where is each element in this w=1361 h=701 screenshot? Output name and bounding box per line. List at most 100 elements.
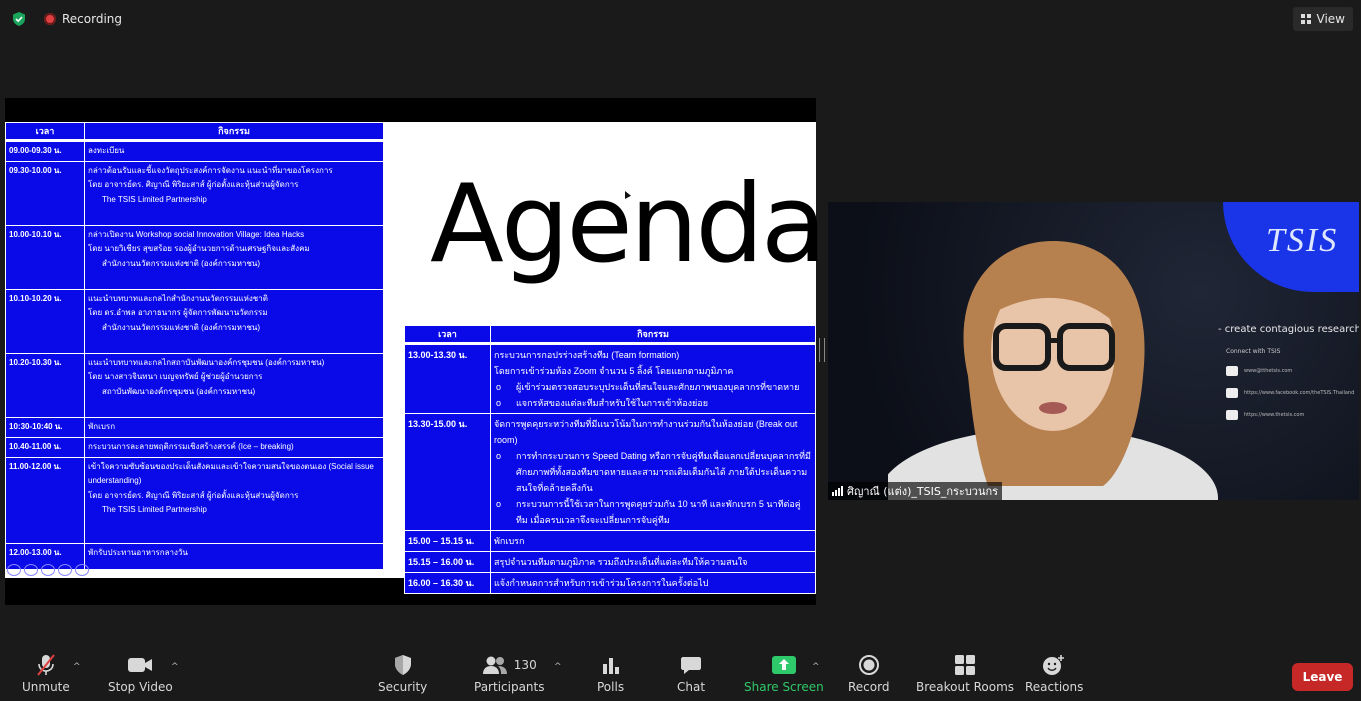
reactions-emoji-icon (1043, 655, 1065, 675)
reactions-button[interactable]: Reactions (1025, 650, 1083, 694)
activity-cell: กล่าวเปิดงาน Workshop social Innovation … (84, 224, 384, 290)
activity-line: กล่าวเปิดงาน Workshop social Innovation … (88, 229, 305, 239)
activity-line: จัดการพูดคุยระหว่างทีมที่มีแนวโน้มในการท… (494, 419, 798, 445)
activity-cell: แนะนำบทบาทและกลไกสำนักงานนวัตกรรมแห่งชาต… (84, 288, 384, 354)
morning-agenda-table: เวลา กิจกรรม 09.00-09.30 น. ลงทะเบียน 09.3… (5, 122, 384, 570)
table-row: 15.00 – 15.15 น. พักเบรก (404, 530, 816, 552)
activity-line: สรุปจำนวนทีมตามภูมิภาค รวมถึงประเด็นที่แ… (494, 557, 748, 567)
highlighter-icon[interactable] (24, 564, 38, 576)
zoom-in-icon[interactable] (41, 564, 55, 576)
signal-strength-icon (832, 486, 843, 496)
record-button[interactable]: Record (848, 650, 889, 694)
participant-name: ศิญาณี (แต่ง)_TSIS_กระบวนกร (847, 485, 999, 498)
stop-video-button[interactable]: Stop Video (108, 650, 173, 694)
activity-cell: พักเบรก (84, 416, 384, 438)
table-header-activity: กิจกรรม (490, 325, 816, 345)
activity-line: โดย ดร.อำพล อาภาธนากร ผู้จัดการพัฒนานวัต… (88, 308, 268, 317)
background-connect-label: Connect with TSIS (1226, 348, 1281, 355)
activity-line: กระบวนการกอปรร่างสร้างทีม (Team formatio… (494, 350, 680, 360)
slide-title: Agenda (430, 162, 827, 287)
participants-options-chevron-up-icon[interactable]: ^ (554, 662, 562, 672)
participant-name-tag: ศิญาณี (แต่ง)_TSIS_กระบวนกร (828, 482, 1003, 500)
tsis-logo: TSIS (1266, 222, 1339, 259)
table-row: 10.20-10.30 น. แนะนำบทบาทและกลไกสถาบันพัฒ… (5, 352, 384, 418)
activity-bullet: กระบวนการนี้ใช้เวลาในการพูดคุยร่วมกัน 10… (494, 496, 812, 528)
activity-cell: กระบวนการกอปรร่างสร้างทีม (Team formatio… (490, 343, 816, 414)
view-button[interactable]: View (1292, 7, 1353, 31)
activity-cell: เข้าใจความซับซ้อนของประเด็นสังคมและเข้าใ… (84, 456, 384, 544)
shared-screen: เวลา กิจกรรม 09.00-09.30 น. ลงทะเบียน 09.3… (5, 98, 827, 605)
split-view-drag-handle[interactable] (819, 338, 825, 362)
polls-button[interactable]: Polls (597, 650, 624, 694)
share-screen-button[interactable]: Share Screen (744, 650, 824, 694)
activity-cell: แนะนำบทบาทและกลไกสถาบันพัฒนาองค์กรชุมชน … (84, 352, 384, 418)
zoom-out-icon[interactable] (58, 564, 72, 576)
participant-video[interactable]: TSIS - create contagious research cultur… (828, 202, 1359, 500)
grid-view-icon (1300, 14, 1311, 24)
activity-bullet: แจกรหัสของแต่ละทีมสำหรับใช้ในการเข้าห้อง… (494, 395, 812, 411)
pen-icon[interactable] (7, 564, 21, 576)
activity-org: สำนักงานนวัตกรรมแห่งชาติ (องค์การมหาชน) (102, 258, 261, 268)
time-cell: 10.40-11.00 น. (5, 436, 85, 458)
participants-button[interactable]: 130 Participants (474, 650, 545, 694)
time-cell: 10.20-10.30 น. (5, 352, 85, 418)
breakout-rooms-button[interactable]: Breakout Rooms (916, 650, 1014, 694)
activity-line: กล่าวต้อนรับและชี้แจงวัตถุประสงค์การจัดง… (88, 165, 333, 175)
table-row: 10.00-10.10 น. กล่าวเปิดงาน Workshop soci… (5, 224, 384, 290)
participants-icon (482, 656, 507, 674)
table-row: 10.40-11.00 น. กระบวนการละลายพฤติกรรมเชิง… (5, 436, 384, 458)
next-arrow-icon[interactable] (75, 564, 89, 576)
slide-canvas: เวลา กิจกรรม 09.00-09.30 น. ลงทะเบียน 09.3… (5, 122, 827, 594)
breakout-rooms-grid-icon (955, 655, 976, 675)
muted-microphone-icon (37, 654, 55, 676)
activity-cell: จัดการพูดคุยระหว่างทีมที่มีแนวโน้มในการท… (490, 413, 816, 531)
activity-cell: กระบวนการละลายพฤติกรรมเชิงสร้างสรรค์ (Ic… (84, 436, 384, 458)
activity-cell: สรุปจำนวนทีมตามภูมิภาค รวมถึงประเด็นที่แ… (490, 551, 816, 573)
table-header-activity: กิจกรรม (84, 122, 384, 142)
activity-line: พักเบรก (88, 421, 116, 431)
activity-org: สถาบันพัฒนาองค์กรชุมชน (องค์การมหาชน) (102, 386, 256, 396)
polls-bar-chart-icon (602, 658, 619, 674)
audio-options-chevron-up-icon[interactable]: ^ (73, 662, 81, 672)
recording-indicator[interactable]: Recording (44, 12, 122, 26)
activity-cell: ลงทะเบียน (84, 140, 384, 162)
activity-line: โดย อาจารย์ดร. ศิญาณี พิริยะสาส์ ผู้ก่อต… (88, 180, 299, 189)
chat-button[interactable]: Chat (677, 650, 705, 694)
share-options-chevron-up-icon[interactable]: ^ (812, 662, 820, 672)
activity-line: โดยการเข้าร่วมห้อง Zoom จำนวน 5 ลิ้งค์ โ… (494, 366, 734, 376)
chat-bubble-icon (681, 657, 702, 674)
table-row: 13.00-13.30 น. กระบวนการกอปรร่างสร้างทีม … (404, 343, 816, 414)
activity-line: โดย นางสาวจินทนา เบญจทรัพย์ ผู้ช่วยผู้อำ… (88, 372, 263, 381)
slide-annotation-tools[interactable] (7, 564, 89, 576)
activity-org: The TSIS Limited Partnership (102, 505, 207, 514)
activity-cell: พักเบรก (490, 530, 816, 552)
time-cell: 09.30-10.00 น. (5, 160, 85, 226)
activity-org: สำนักงานนวัตกรรมแห่งชาติ (องค์การมหาชน) (102, 322, 261, 332)
time-cell: 10:30-10:40 น. (5, 416, 85, 438)
security-shield-icon (394, 655, 411, 675)
time-cell: 10.00-10.10 น. (5, 224, 85, 290)
activity-line: กระบวนการละลายพฤติกรรมเชิงสร้างสรรค์ (Ic… (88, 441, 294, 451)
activity-line: แจ้งกำหนดการสำหรับการเข้าร่วมโครงการในคร… (494, 578, 709, 588)
participants-count: 130 (513, 658, 537, 672)
time-cell: 13.00-13.30 น. (404, 343, 491, 414)
leave-button[interactable]: Leave (1292, 663, 1353, 691)
recording-label: Recording (62, 12, 123, 26)
table-header-time: เวลา (404, 325, 491, 345)
activity-cell: พักรับประทานอาหารกลางวัน (84, 542, 384, 570)
unmute-button[interactable]: Unmute (22, 650, 70, 694)
activity-cell: แจ้งกำหนดการสำหรับการเข้าร่วมโครงการในคร… (490, 572, 816, 594)
activity-bullet: การทำกระบวนการ Speed Dating หรือการจับคู… (494, 448, 812, 496)
record-icon (858, 655, 879, 675)
video-options-chevron-up-icon[interactable]: ^ (171, 662, 179, 672)
afternoon-agenda-table: เวลา กิจกรรม 13.00-13.30 น. กระบวนการกอปร… (404, 325, 816, 594)
time-cell: 09.00-09.30 น. (5, 140, 85, 162)
time-cell: 13.30-15.00 น. (404, 413, 491, 531)
activity-line: เข้าใจความซับซ้อนของประเด็นสังคมและเข้าใ… (88, 461, 374, 486)
activity-line: พักเบรก (494, 536, 525, 546)
table-row: 10:30-10:40 น. พักเบรก (5, 416, 384, 438)
share-screen-arrow-icon (771, 656, 796, 674)
security-shield-icon[interactable] (11, 11, 27, 27)
table-row: 10.10-10.20 น. แนะนำบทบาทและกลไกสำนักงานน… (5, 288, 384, 354)
security-button[interactable]: Security (378, 650, 427, 694)
